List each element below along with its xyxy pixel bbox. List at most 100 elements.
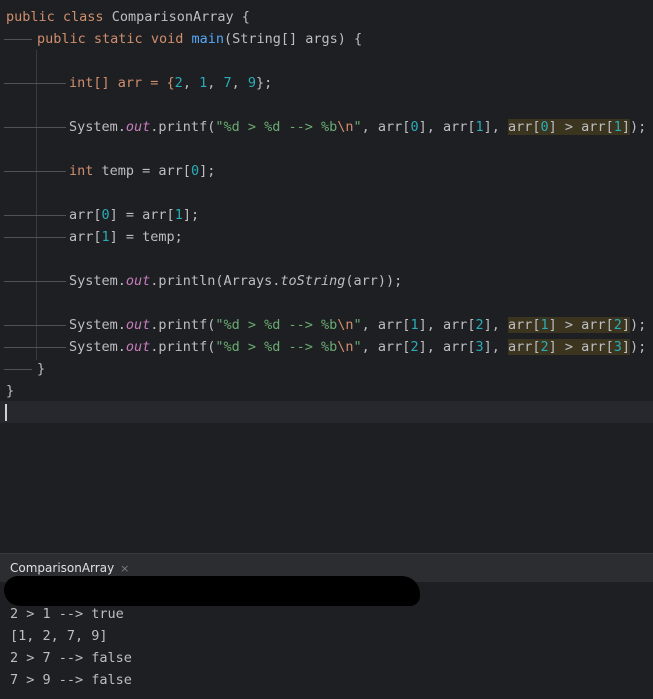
code-text: , arr[: [361, 119, 411, 135]
indent-guide: [4, 281, 66, 282]
number: 1: [199, 75, 208, 91]
code-text: ]: [621, 119, 630, 135]
code-text: );: [629, 339, 647, 355]
redaction-mark: [4, 576, 420, 606]
console-line: 2 > 1 --> true: [10, 606, 124, 622]
code-line-array-init[interactable]: int[] arr = {2, 1, 7, 9};: [69, 72, 272, 94]
code-line-println[interactable]: System.out.println(Arrays.toString(arr))…: [69, 270, 402, 292]
indent-guide: [4, 171, 66, 172]
number: 1: [475, 119, 484, 135]
code-text: .println(Arrays.: [150, 273, 281, 289]
string-literal: "%d > %d --> %b: [215, 119, 338, 135]
string-literal: ": [353, 317, 362, 333]
static-field: out: [125, 119, 151, 135]
code-text: arr[: [508, 317, 541, 333]
indent-guide: [4, 325, 66, 326]
static-method: toString: [280, 273, 346, 289]
code-text: temp = arr[: [93, 163, 191, 179]
code-text: , arr[: [361, 339, 411, 355]
number: 2: [475, 317, 484, 333]
code-editor[interactable]: public class ComparisonArray { public st…: [0, 0, 653, 553]
code-text: ], arr[: [418, 317, 476, 333]
code-line-printf-3[interactable]: System.out.printf("%d > %d --> %b\n", ar…: [69, 336, 646, 358]
string-literal: ": [353, 339, 362, 355]
keyword: static: [93, 31, 143, 47]
number: 1: [613, 119, 622, 135]
code-text: ], arr[: [418, 119, 476, 135]
indent-guide: [4, 215, 66, 216]
code-text: ]: [621, 317, 630, 333]
number: 1: [540, 317, 549, 333]
string-literal: "%d > %d --> %b: [215, 317, 338, 333]
code-text: .printf(: [150, 339, 216, 355]
code-line-temp-decl[interactable]: int temp = arr[0];: [69, 160, 215, 182]
code-text: , arr[: [361, 317, 411, 333]
indent-guide: [4, 347, 66, 348]
code-text: System.: [69, 317, 126, 333]
number: 2: [540, 339, 549, 355]
code-text: System.: [69, 119, 126, 135]
indent-guide: [4, 127, 66, 128]
keyword: public: [37, 31, 86, 47]
highlighted-expression: arr[1] > arr[2]: [508, 317, 630, 333]
code-text: arr[: [69, 229, 102, 245]
code-line-swap-2[interactable]: arr[1] = temp;: [69, 226, 183, 248]
string-literal: ": [353, 119, 362, 135]
code-text: arr[: [508, 119, 541, 135]
indent-guide: [4, 237, 66, 238]
current-line-highlight[interactable]: [0, 401, 653, 423]
code-text: ] > arr[: [548, 339, 614, 355]
close-icon[interactable]: ×: [120, 562, 129, 575]
console-line: 7 > 9 --> false: [10, 672, 132, 688]
code-line-class-close[interactable]: }: [6, 380, 14, 402]
keyword: int: [69, 163, 94, 179]
code-text: ] > arr[: [548, 119, 614, 135]
method-name: main: [191, 31, 225, 47]
code-text: ,: [182, 75, 200, 91]
code-text: .printf(: [150, 119, 216, 135]
code-text: int[] arr = {: [69, 75, 175, 91]
code-text: (arr));: [345, 273, 403, 289]
text-caret: [5, 404, 7, 421]
keyword: class: [62, 9, 104, 25]
run-tab-label: ComparisonArray: [10, 561, 115, 575]
code-line-method-close[interactable]: }: [37, 358, 45, 380]
code-line-class-decl[interactable]: public class ComparisonArray {: [6, 6, 250, 28]
brace: {: [233, 9, 250, 25]
code-text: ] = temp;: [109, 229, 183, 245]
brace: }: [6, 383, 15, 399]
console-line: [1, 2, 7, 9]: [10, 628, 108, 644]
number: 3: [475, 339, 484, 355]
number: 7: [223, 75, 232, 91]
code-text: System.: [69, 273, 126, 289]
escape-sequence: \n: [337, 119, 354, 135]
code-line-swap-1[interactable]: arr[0] = arr[1];: [69, 204, 199, 226]
number: 2: [174, 75, 183, 91]
code-line-main-decl[interactable]: public static void main(String[] args) {: [37, 28, 362, 50]
brace: }: [37, 361, 46, 377]
indent-guide: [4, 83, 66, 84]
number: 3: [613, 339, 622, 355]
number: 1: [101, 229, 110, 245]
number: 2: [613, 317, 622, 333]
static-field: out: [125, 317, 151, 333]
code-text: };: [256, 75, 273, 91]
keyword: public: [6, 9, 55, 25]
indent-guide: [4, 39, 32, 40]
code-text: System.: [69, 339, 126, 355]
indent-guide: [4, 369, 32, 370]
number: 0: [410, 119, 419, 135]
code-text: );: [629, 317, 647, 333]
code-line-printf-2[interactable]: System.out.printf("%d > %d --> %b\n", ar…: [69, 314, 646, 336]
code-text: ] > arr[: [548, 317, 614, 333]
static-field: out: [125, 273, 151, 289]
static-field: out: [125, 339, 151, 355]
code-text: ],: [483, 317, 509, 333]
keyword: void: [150, 31, 184, 47]
number: 1: [410, 317, 419, 333]
code-text: ,: [207, 75, 224, 91]
escape-sequence: \n: [337, 317, 354, 333]
highlighted-expression: arr[0] > arr[1]: [508, 119, 630, 135]
code-line-printf-1[interactable]: System.out.printf("%d > %d --> %b\n", ar…: [69, 116, 646, 138]
code-text: ,: [231, 75, 248, 91]
